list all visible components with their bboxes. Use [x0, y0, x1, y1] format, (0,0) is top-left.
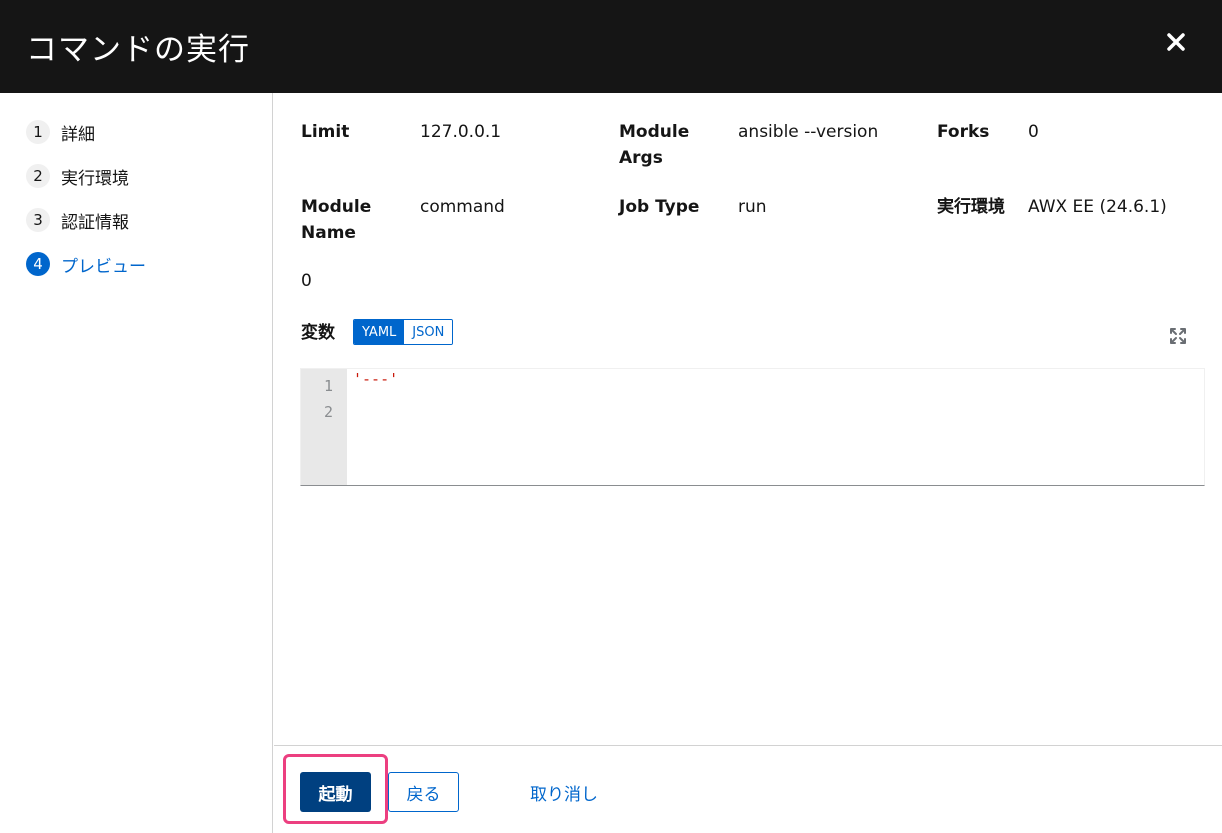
limit-value: 127.0.0.1	[420, 122, 502, 142]
step-number: 1	[26, 120, 50, 144]
job-type-value: run	[738, 197, 767, 217]
dialog-header: コマンドの実行	[0, 0, 1222, 93]
step-label: プレビュー	[61, 256, 146, 277]
wizard-nav: 1 詳細 2 実行環境 3 認証情報 4 プレビュー	[0, 93, 273, 833]
dialog-title: コマンドの実行	[26, 32, 250, 68]
variables-editor[interactable]: 1 2 '---'	[300, 368, 1205, 486]
nav-step-preview[interactable]: 4 プレビュー	[26, 251, 146, 277]
execution-env-term: 実行環境	[937, 197, 1005, 217]
cancel-button[interactable]: 取り消し	[516, 772, 612, 812]
module-name-term: Module Name	[301, 197, 372, 243]
nav-step-details[interactable]: 1 詳細	[26, 119, 95, 145]
nav-step-credentials[interactable]: 3 認証情報	[26, 207, 129, 233]
step-label: 認証情報	[61, 212, 129, 233]
line-number: 1	[323, 377, 333, 395]
line-number: 2	[323, 403, 333, 421]
forks-value: 0	[1028, 122, 1039, 142]
expand-icon	[1170, 328, 1186, 344]
preview-panel: Limit 127.0.0.1 Module Args ansible --ve…	[274, 93, 1222, 745]
forks-term: Forks	[937, 122, 990, 142]
module-args-term: Module Args	[619, 122, 690, 168]
module-args-value: ansible --version	[738, 122, 879, 142]
variables-label: 変数	[301, 323, 335, 343]
back-button[interactable]: 戻る	[388, 772, 459, 812]
launch-button[interactable]: 起動	[300, 772, 371, 812]
yaml-toggle-button[interactable]: YAML	[354, 320, 405, 344]
step-label: 詳細	[61, 124, 95, 145]
step-number: 3	[26, 208, 50, 232]
format-toggle: YAML JSON	[353, 319, 454, 345]
close-button[interactable]	[1161, 27, 1191, 57]
extra-value: 0	[301, 271, 312, 291]
close-icon	[1167, 33, 1185, 51]
execution-env-value: AWX EE (24.6.1)	[1028, 197, 1167, 217]
code-line: '---'	[353, 370, 399, 388]
limit-term: Limit	[301, 122, 350, 142]
step-number: 4	[26, 252, 50, 276]
json-toggle-button[interactable]: JSON	[404, 320, 453, 344]
job-type-term: Job Type	[619, 197, 700, 217]
step-number: 2	[26, 164, 50, 188]
step-label: 実行環境	[61, 168, 129, 189]
line-number-gutter: 1 2	[301, 369, 347, 485]
nav-step-execution-env[interactable]: 2 実行環境	[26, 163, 129, 189]
module-name-value: command	[420, 197, 505, 217]
expand-button[interactable]	[1169, 327, 1187, 345]
